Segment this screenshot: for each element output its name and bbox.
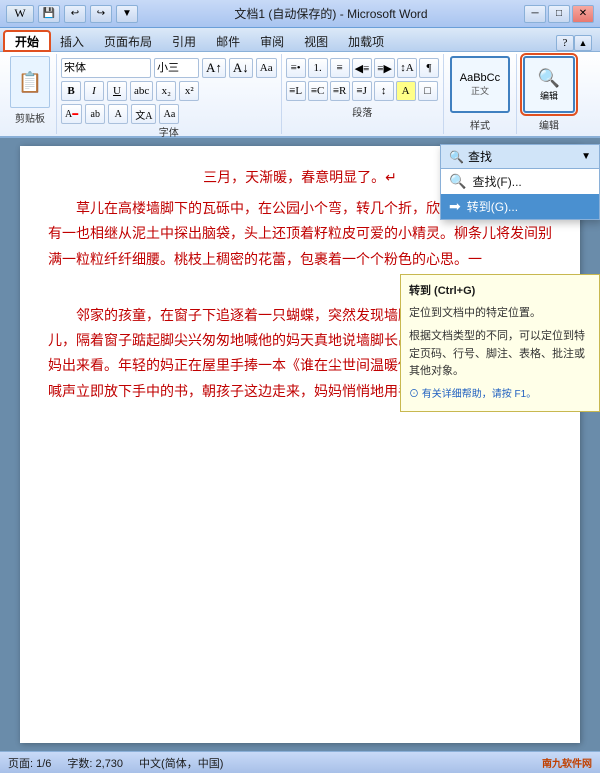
menu-expand-button[interactable]: ▼	[116, 5, 138, 23]
change-case-button[interactable]: Aa	[159, 104, 179, 124]
word-icon-button[interactable]: W	[6, 5, 34, 23]
tab-mailings[interactable]: 邮件	[206, 31, 250, 51]
ribbon-collapse-button[interactable]: ▲	[574, 35, 592, 51]
redo-button[interactable]: ↪	[90, 5, 112, 23]
ribbon-bar-wrapper: 📋 剪贴板 宋体 小三 A↑ A↓ Aa B I U abc x₂ x² A▬ …	[0, 52, 600, 138]
font-size-dropdown[interactable]: 小三	[154, 58, 199, 78]
edit-dropdown-menu: 🔍 查找 ▼ 🔍 查找(F)... ➡ 转到(G)...	[440, 144, 600, 220]
font-shrink-button[interactable]: A↓	[229, 58, 253, 78]
clipboard-label: 剪贴板	[15, 110, 45, 125]
find-label: 查找(F)...	[472, 173, 521, 190]
multilevel-button[interactable]: ≡	[330, 58, 350, 78]
line-spacing-button[interactable]: ↕	[374, 81, 394, 101]
justify-button[interactable]: ≡J	[352, 81, 372, 101]
tab-review[interactable]: 审阅	[250, 31, 294, 51]
goto-tooltip-panel: 转到 (Ctrl+G) 定位到文档中的特定位置。 根据文档类型的不同，可以定位到…	[400, 274, 600, 412]
tab-reference[interactable]: 引用	[162, 31, 206, 51]
italic-button[interactable]: I	[84, 81, 104, 101]
font-name-dropdown[interactable]: 宋体	[61, 58, 151, 78]
paragraph-section-label: 段落	[352, 104, 372, 121]
goto-icon: ➡	[449, 198, 461, 215]
page-status: 页面: 1/6	[8, 755, 51, 771]
tooltip-line1: 定位到文档中的特定位置。	[409, 305, 591, 323]
word-count-status: 字数: 2,730	[67, 755, 123, 771]
find-replace-header-icon: 🔍	[449, 150, 464, 164]
find-button[interactable]: 🔍 查找(F)...	[441, 169, 599, 194]
save-button[interactable]: 💾	[38, 5, 60, 23]
edit-section: 🔍 编辑 编辑	[517, 54, 581, 134]
find-replace-header-text: 查找	[468, 148, 492, 165]
minimize-button[interactable]: ─	[524, 5, 546, 23]
sort-button[interactable]: ↕A	[397, 58, 417, 78]
status-bar: 页面: 1/6 字数: 2,730 中文(简体，中国) 南九软件网	[0, 751, 600, 773]
highlight-button[interactable]: ab	[85, 104, 105, 124]
font-section-label: 字体	[159, 124, 179, 141]
ribbon-help-button[interactable]: ?	[556, 35, 574, 51]
close-button[interactable]: ✕	[572, 5, 594, 23]
tooltip-help-link[interactable]: ⊙ 有关详细帮助，请按 F1。	[409, 387, 591, 403]
borders-button[interactable]: □	[418, 81, 438, 101]
tab-home[interactable]: 开始	[4, 31, 50, 51]
maximize-button[interactable]: □	[548, 5, 570, 23]
text-effect-button[interactable]: A	[108, 104, 128, 124]
styles-gallery-button[interactable]: AaBbCc 正文	[450, 56, 510, 113]
increase-indent-button[interactable]: ≡▶	[374, 58, 395, 78]
goto-button[interactable]: ➡ 转到(G)...	[441, 194, 599, 219]
tab-layout[interactable]: 页面布局	[94, 31, 162, 51]
phonetic-guide-button[interactable]: 文A	[131, 104, 156, 124]
undo-button[interactable]: ↩	[64, 5, 86, 23]
strikethrough-button[interactable]: abc	[130, 81, 153, 101]
tab-addins[interactable]: 加载项	[338, 31, 394, 51]
decrease-indent-button[interactable]: ◀≡	[352, 58, 373, 78]
tooltip-title: 转到 (Ctrl+G)	[409, 283, 591, 301]
styles-section-label: 样式	[470, 117, 490, 132]
align-center-button[interactable]: ≡C	[308, 81, 328, 101]
title-bar-left: W 💾 ↩ ↪ ▼	[6, 5, 138, 23]
styles-section: AaBbCc 正文 样式	[444, 54, 517, 134]
ribbon-bar: 📋 剪贴板 宋体 小三 A↑ A↓ Aa B I U abc x₂ x² A▬ …	[0, 52, 600, 138]
font-section: 宋体 小三 A↑ A↓ Aa B I U abc x₂ x² A▬ ab A 文…	[57, 54, 282, 134]
font-color-button[interactable]: A▬	[61, 104, 82, 124]
document-page: 三月，天渐暖，春意明显了。↵ 草儿在高楼墙脚下的瓦砾中，在公园小个弯，转几个折，…	[20, 146, 580, 743]
align-left-button[interactable]: ≡L	[286, 81, 306, 101]
tab-insert[interactable]: 插入	[50, 31, 94, 51]
shading-button[interactable]: A	[396, 81, 416, 101]
subscript-button[interactable]: x₂	[156, 81, 176, 101]
dropdown-close-icon[interactable]: ▼	[581, 151, 591, 162]
numbering-button[interactable]: 1.	[308, 58, 328, 78]
superscript-button[interactable]: x²	[179, 81, 199, 101]
paragraph-section: ≡• 1. ≡ ◀≡ ≡▶ ↕A ¶ ≡L ≡C ≡R ≡J ↕ A □ 段落	[282, 54, 444, 134]
window-title: 文档1 (自动保存的) - Microsoft Word	[138, 5, 524, 22]
goto-label: 转到(G)...	[467, 198, 518, 215]
align-right-button[interactable]: ≡R	[330, 81, 350, 101]
find-icon: 🔍	[449, 173, 466, 190]
clear-format-button[interactable]: Aa	[256, 58, 277, 78]
underline-button[interactable]: U	[107, 81, 127, 101]
paste-button[interactable]: 📋	[10, 56, 50, 108]
clipboard-section: 📋 剪贴板	[4, 54, 57, 134]
show-marks-button[interactable]: ¶	[419, 58, 439, 78]
document-area: 三月，天渐暖，春意明显了。↵ 草儿在高楼墙脚下的瓦砾中，在公园小个弯，转几个折，…	[0, 138, 600, 751]
tab-view[interactable]: 视图	[294, 31, 338, 51]
font-grow-button[interactable]: A↑	[202, 58, 226, 78]
editing-button[interactable]: 🔍 编辑	[523, 56, 575, 113]
language-status: 中文(简体，中国)	[139, 755, 223, 771]
edit-section-label: 编辑	[539, 117, 559, 132]
watermark-text: 南九软件网	[542, 755, 592, 770]
tooltip-line2: 根据文档类型的不同，可以定位到特定页码、行号、脚注、表格、批注或其他对象。	[409, 328, 591, 381]
ribbon-tabs: 开始 插入 页面布局 引用 邮件 审阅 视图 加载项 ? ▲	[0, 28, 600, 52]
title-bar: W 💾 ↩ ↪ ▼ 文档1 (自动保存的) - Microsoft Word ─…	[0, 0, 600, 28]
window-controls: ─ □ ✕	[524, 5, 594, 23]
bold-button[interactable]: B	[61, 81, 81, 101]
bullets-button[interactable]: ≡•	[286, 58, 306, 78]
